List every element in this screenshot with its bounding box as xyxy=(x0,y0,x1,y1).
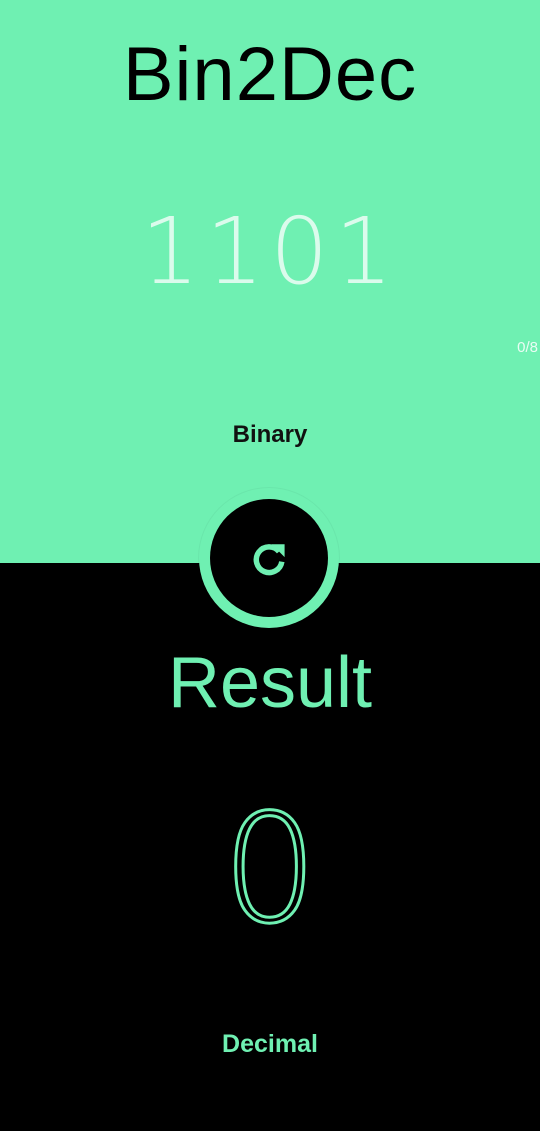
decimal-label: Decimal xyxy=(222,1030,318,1058)
refresh-icon xyxy=(253,544,285,576)
app-title: Bin2Dec xyxy=(122,32,418,117)
reset-button[interactable] xyxy=(210,499,328,617)
binary-label: Binary xyxy=(232,421,308,448)
result-title: Result xyxy=(167,643,373,723)
character-counter: 0/8 xyxy=(517,339,538,356)
bin2dec-screen: Bin2Dec 0/8 Binary Result 0 Decimal xyxy=(0,0,540,1131)
binary-input[interactable] xyxy=(60,196,480,306)
decimal-value: 0 xyxy=(221,782,319,959)
